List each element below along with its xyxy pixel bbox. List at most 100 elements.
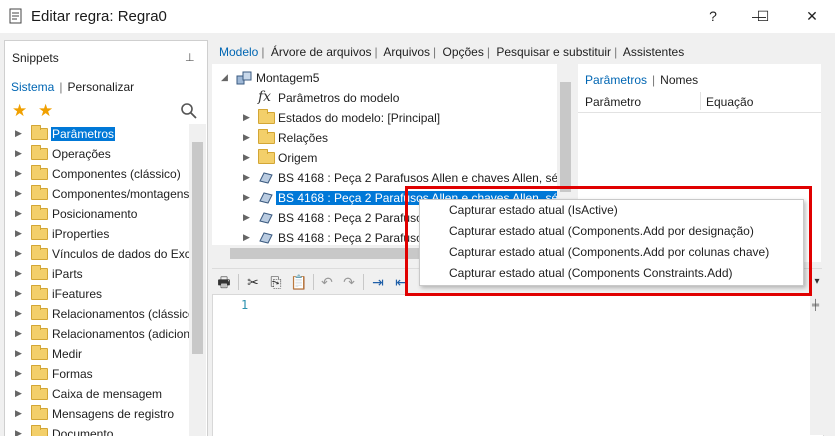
- split-icon[interactable]: ╪: [812, 300, 819, 311]
- menu-item-capture-add-key-columns[interactable]: Capturar estado atual (Components.Add po…: [449, 245, 769, 265]
- redo-icon[interactable]: ↷: [340, 273, 358, 291]
- assembly-icon: [236, 71, 252, 85]
- title-bar: Editar regra: Regra0 ? — ☐ ✕: [0, 0, 835, 33]
- expand-arrow-icon[interactable]: ▶: [243, 212, 250, 223]
- expand-arrow-icon[interactable]: ▶: [243, 192, 250, 203]
- expand-arrow-icon[interactable]: ▶: [15, 128, 22, 139]
- part-icon: [259, 172, 273, 184]
- tab-assistentes[interactable]: Assistentes: [623, 45, 684, 59]
- expand-arrow-icon[interactable]: ▶: [243, 232, 250, 243]
- expand-arrow-icon[interactable]: ▶: [15, 368, 22, 379]
- tree-item[interactable]: fx Parâmetros do modelo: [212, 88, 572, 108]
- folder-icon: [258, 109, 275, 124]
- tree-item[interactable]: ▶ BS 4168 : Peça 2 Parafusos Allen e cha…: [212, 168, 574, 188]
- folder-icon: [31, 305, 48, 320]
- scrollbar-thumb[interactable]: [230, 248, 430, 259]
- list-item[interactable]: ▶ Componentes (clássico): [5, 164, 189, 184]
- expand-arrow-icon[interactable]: ▶: [15, 268, 22, 279]
- dropdown-icon[interactable]: ▾: [808, 273, 826, 291]
- folder-icon: [31, 205, 48, 220]
- expand-arrow-icon[interactable]: ▶: [15, 408, 22, 419]
- expand-arrow-icon[interactable]: ▶: [243, 172, 250, 183]
- expand-arrow-icon[interactable]: ▶: [15, 208, 22, 219]
- tree-item[interactable]: ▶ Relações: [212, 128, 572, 148]
- list-item[interactable]: ▶ Mensagens de registro: [5, 404, 189, 424]
- list-item[interactable]: ▶ Relacionamentos (clássico): [5, 304, 199, 324]
- tab-nomes[interactable]: Nomes: [660, 73, 698, 87]
- column-header[interactable]: Equação: [706, 95, 753, 109]
- list-item[interactable]: ▶ iFeatures: [5, 284, 189, 304]
- editor-splitter[interactable]: ╪: [810, 294, 824, 435]
- snippets-scrollbar[interactable]: [189, 124, 206, 436]
- cut-icon[interactable]: ✂: [244, 273, 262, 291]
- scrollbar-thumb[interactable]: [560, 82, 571, 192]
- list-item[interactable]: ▶ Operações: [5, 144, 189, 164]
- expand-arrow-icon[interactable]: ▶: [15, 148, 22, 159]
- list-item[interactable]: ▶ Medir: [5, 344, 189, 364]
- context-menu: Capturar estado atual (IsActive) Captura…: [419, 199, 804, 286]
- expand-arrow-icon[interactable]: ▶: [15, 348, 22, 359]
- expand-arrow-icon[interactable]: ▶: [15, 308, 22, 319]
- favorite-star-icon[interactable]: ★: [12, 101, 27, 121]
- expand-arrow-icon[interactable]: ▶: [15, 248, 22, 259]
- expand-arrow-icon[interactable]: ▶: [15, 188, 22, 199]
- tab-sistema[interactable]: Sistema: [11, 80, 54, 94]
- code-editor[interactable]: 1: [212, 294, 824, 436]
- folder-icon: [31, 365, 48, 380]
- maximize-button[interactable]: ☐: [740, 0, 786, 33]
- list-item[interactable]: ▶ Parâmetros: [5, 124, 189, 144]
- indent-icon[interactable]: ⇥: [369, 273, 387, 291]
- menu-item-capture-isactive[interactable]: Capturar estado atual (IsActive): [449, 203, 618, 223]
- tab-opcoes[interactable]: Opções: [443, 45, 484, 59]
- list-item[interactable]: ▶ Documento: [5, 424, 189, 436]
- pin-icon[interactable]: ⊥: [185, 51, 195, 64]
- expand-arrow-icon[interactable]: ▶: [15, 388, 22, 399]
- outdent-icon[interactable]: ⇤: [392, 273, 410, 291]
- scrollbar-thumb[interactable]: [192, 142, 203, 354]
- folder-icon: [31, 145, 48, 160]
- expand-arrow-icon[interactable]: ▶: [15, 168, 22, 179]
- list-item[interactable]: ▶ Componentes/montagens de: [5, 184, 206, 204]
- print-icon[interactable]: 🖶: [215, 273, 233, 291]
- tab-parametros[interactable]: Parâmetros: [585, 73, 647, 87]
- tree-item[interactable]: ▶ Origem: [212, 148, 572, 168]
- list-item[interactable]: ▶ iProperties: [5, 224, 189, 244]
- tab-arvore-arquivos[interactable]: Árvore de arquivos: [271, 45, 372, 59]
- expand-arrow-icon[interactable]: ▶: [243, 152, 250, 163]
- list-item[interactable]: ▶ Posicionamento: [5, 204, 189, 224]
- copy-icon[interactable]: ⎘: [267, 273, 285, 291]
- expand-arrow-icon[interactable]: ▶: [15, 288, 22, 299]
- undo-icon[interactable]: ↶: [318, 273, 336, 291]
- tree-item[interactable]: ▶ Estados do modelo: [Principal]: [212, 108, 572, 128]
- column-header[interactable]: Parâmetro: [585, 95, 641, 109]
- expand-arrow-icon[interactable]: ▶: [15, 328, 22, 339]
- folder-icon: [31, 265, 48, 280]
- snippets-list: ▶ Parâmetros ▶ Operações ▶ Componentes (clá…: [5, 124, 206, 436]
- folder-icon: [31, 245, 48, 260]
- folder-icon: [31, 325, 48, 340]
- close-button[interactable]: ✕: [789, 0, 835, 33]
- list-item[interactable]: ▶ Caixa de mensagem: [5, 384, 189, 404]
- tab-arquivos[interactable]: Arquivos: [383, 45, 430, 59]
- tab-pesquisar-substituir[interactable]: Pesquisar e substituir: [496, 45, 611, 59]
- expand-arrow-icon[interactable]: ▶: [243, 112, 250, 123]
- menu-item-capture-add-designation[interactable]: Capturar estado atual (Components.Add po…: [449, 224, 754, 244]
- add-favorite-star-icon[interactable]: ★: [38, 101, 53, 121]
- folder-icon: [31, 125, 48, 140]
- paste-icon[interactable]: 📋: [290, 273, 308, 291]
- part-icon: [259, 232, 273, 244]
- parameters-tabs: Parâmetros | Nomes: [585, 73, 699, 87]
- collapse-arrow-icon[interactable]: ◢: [221, 72, 228, 83]
- list-item[interactable]: ▶ Vínculos de dados do Excel: [5, 244, 200, 264]
- tab-modelo[interactable]: Modelo: [219, 45, 258, 59]
- menu-item-capture-constraints-add[interactable]: Capturar estado atual (Components Constr…: [449, 266, 732, 286]
- list-item[interactable]: ▶ Formas: [5, 364, 189, 384]
- list-item[interactable]: ▶ Relacionamentos (adicionar): [5, 324, 205, 344]
- tree-root[interactable]: ◢ Montagem5: [212, 68, 572, 88]
- expand-arrow-icon[interactable]: ▶: [15, 228, 22, 239]
- help-button[interactable]: ?: [690, 0, 736, 33]
- expand-arrow-icon[interactable]: ▶: [243, 132, 250, 143]
- search-icon[interactable]: [180, 102, 198, 120]
- list-item[interactable]: ▶ iParts: [5, 264, 189, 284]
- tab-personalizar[interactable]: Personalizar: [67, 80, 134, 94]
